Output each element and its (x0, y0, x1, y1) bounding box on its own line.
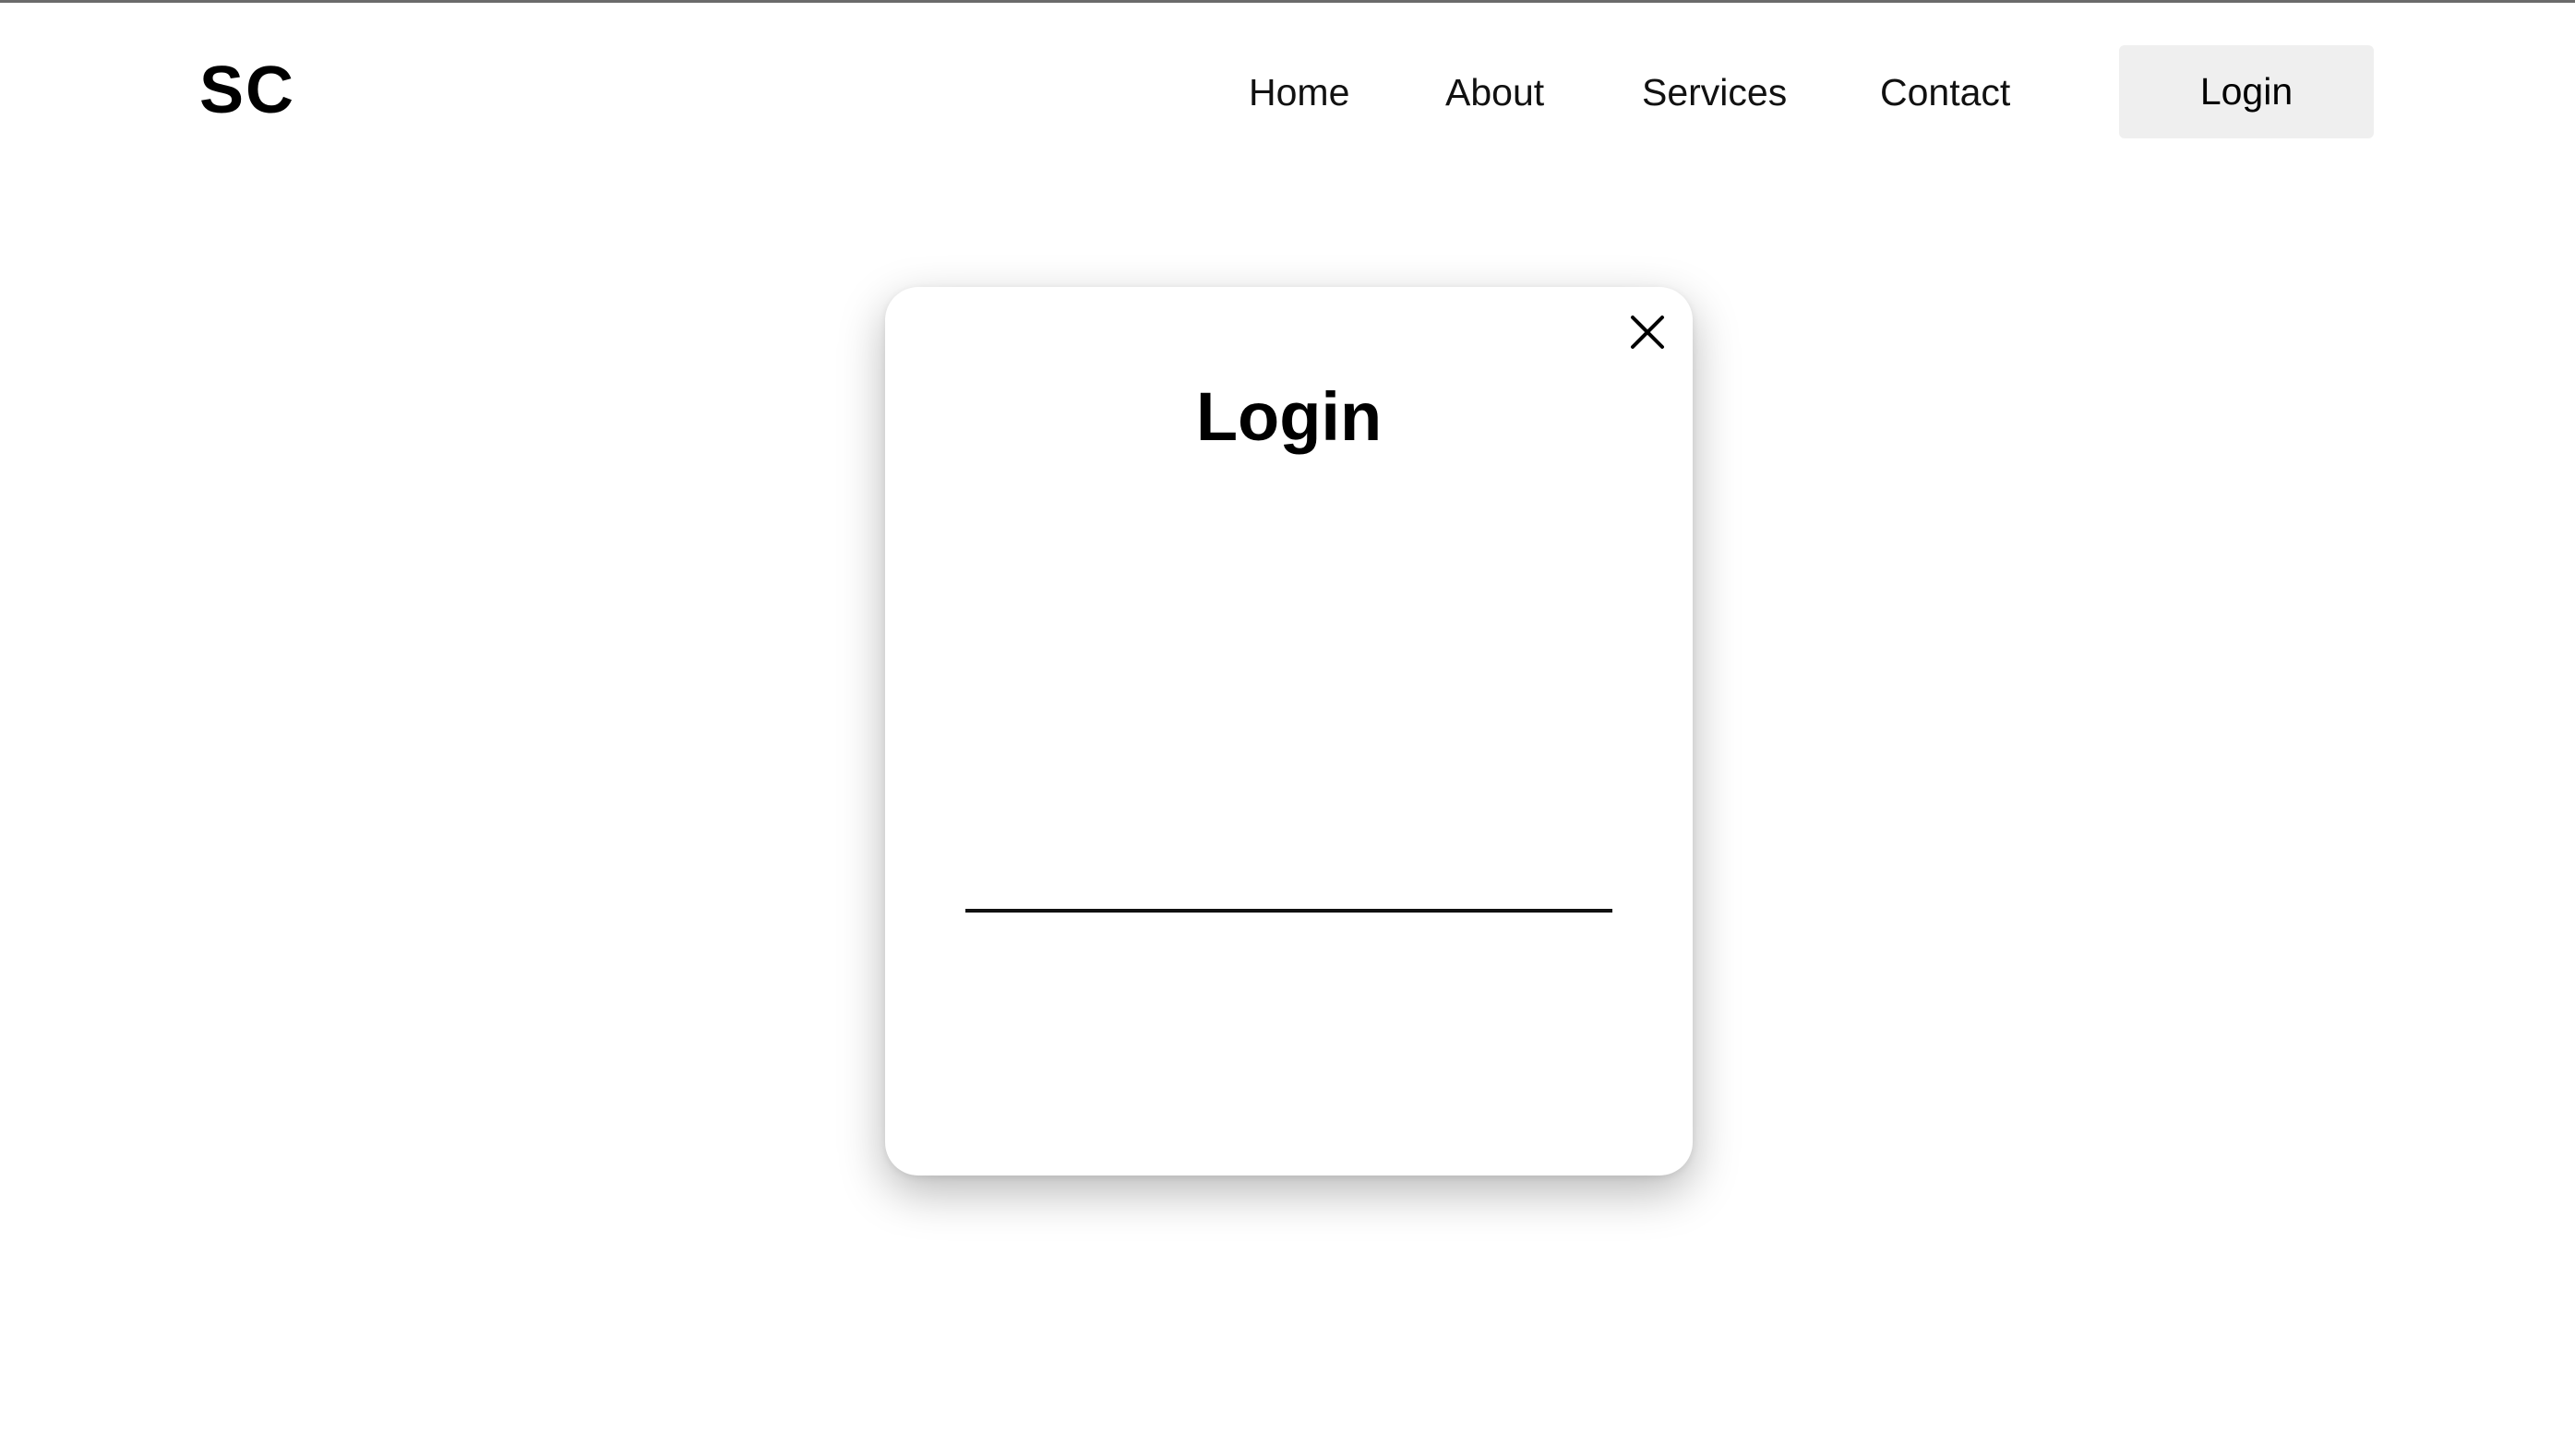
navbar: SC Home About Services Contact Login (0, 0, 2575, 185)
site-logo[interactable]: SC (199, 54, 295, 127)
email-field-wrapper (965, 815, 1612, 913)
nav-login-button[interactable]: Login (2119, 45, 2374, 138)
close-button[interactable] (1602, 287, 1693, 377)
nav-link-contact[interactable]: Contact (1880, 66, 2010, 118)
nav-link-services[interactable]: Services (1642, 66, 1787, 118)
nav-link-home[interactable]: Home (1249, 66, 1349, 118)
modal-title: Login (1195, 378, 1383, 455)
nav-link-about[interactable]: About (1445, 66, 1544, 118)
login-modal: Login (885, 287, 1693, 1176)
close-icon (1631, 316, 1664, 349)
